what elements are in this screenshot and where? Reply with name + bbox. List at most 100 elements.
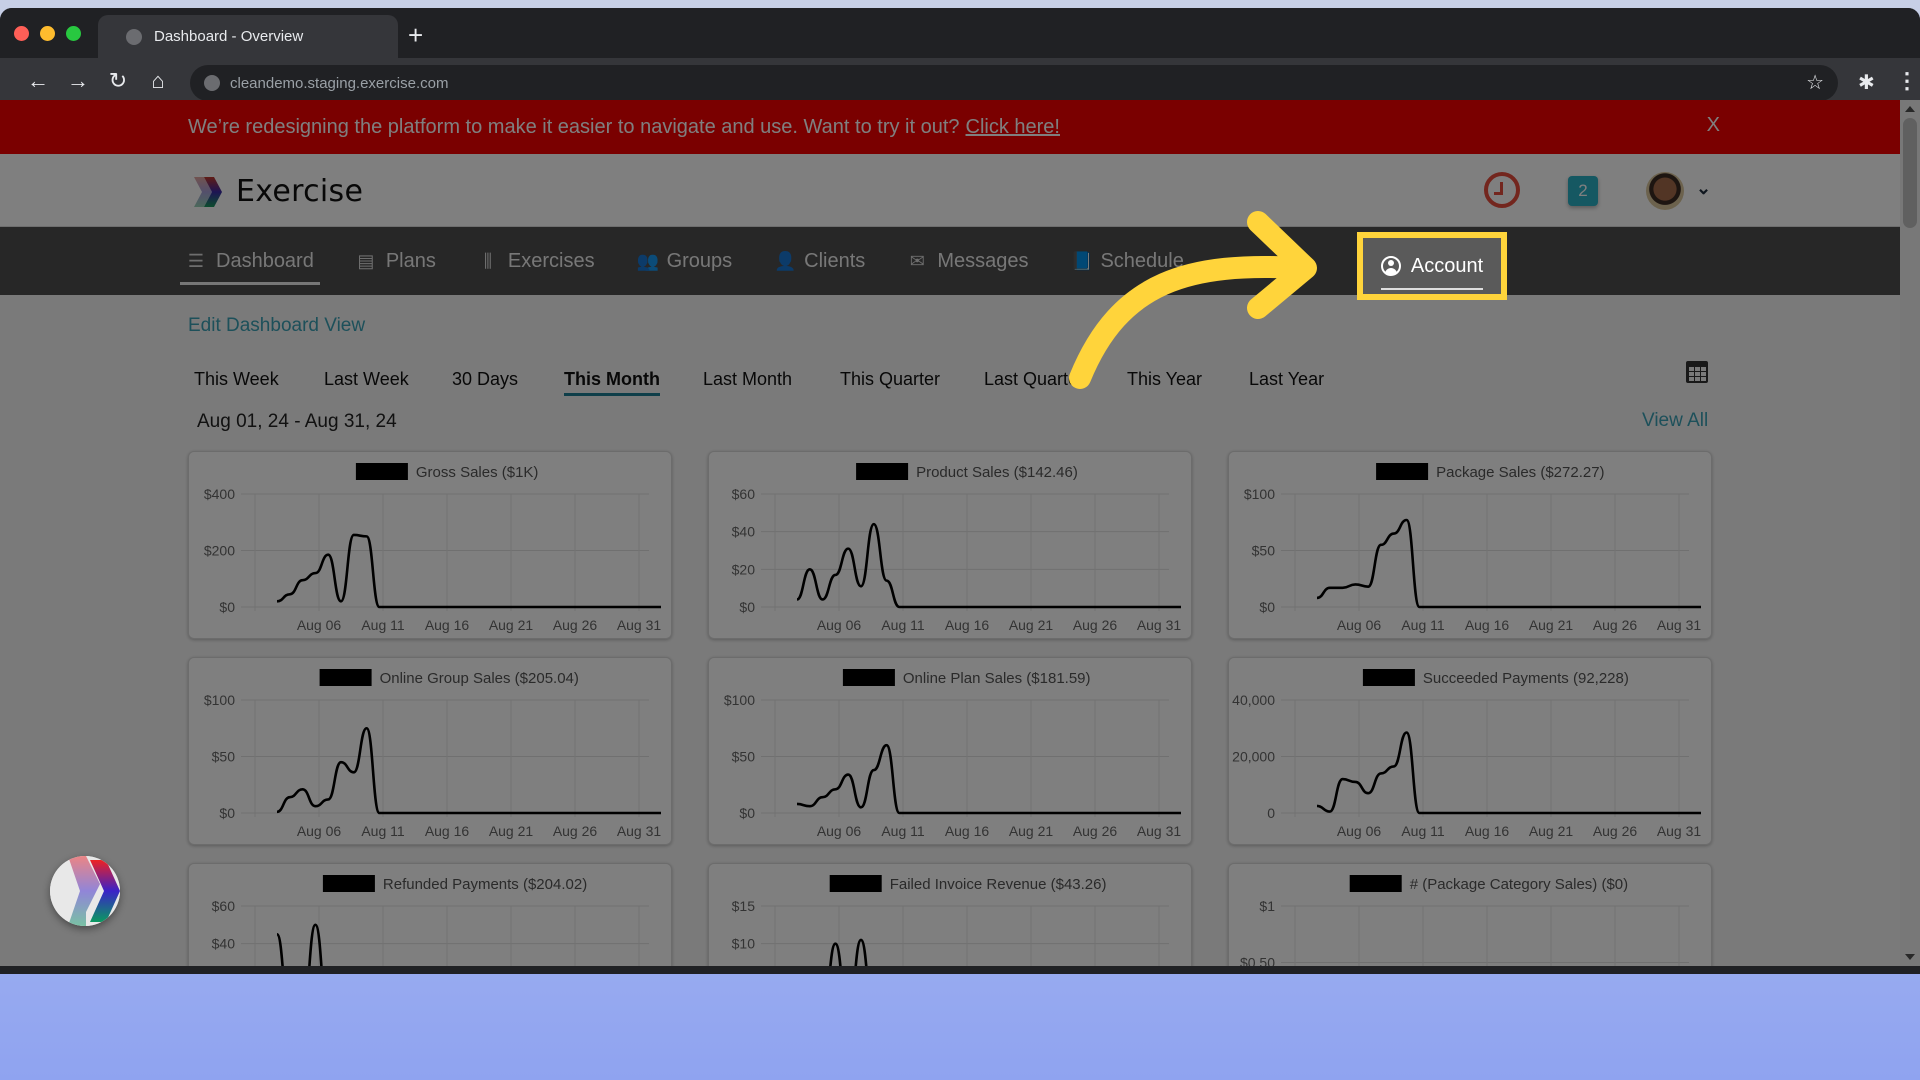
brand-logo[interactable]: Exercise (190, 174, 363, 209)
line-chart: Refunded Payments ($204.02) $40 $60 (212, 875, 649, 966)
nav-item-plans[interactable]: ▤ Plans (356, 227, 436, 295)
forward-icon[interactable]: → (58, 68, 98, 94)
chart-card: Online Group Sales ($205.04) $0 $50 $100 Aug… (188, 657, 672, 845)
nav-item-schedule[interactable]: 📘 Schedule (1070, 227, 1183, 295)
edit-dashboard-link[interactable]: Edit Dashboard View (188, 315, 365, 337)
site-info-icon[interactable] (204, 75, 220, 91)
scroll-up-icon[interactable] (1905, 106, 1915, 112)
browser-menu-icon[interactable]: ⋮ (1896, 68, 1918, 94)
period-last-month[interactable]: Last Month (703, 369, 792, 390)
extensions-puzzle-icon[interactable]: ✱ (1858, 70, 1875, 95)
nav-item-exercises[interactable]: ⫼ Exercises (478, 227, 595, 295)
x-tick-label: Aug 31 (617, 823, 662, 839)
line-chart: Failed Invoice Revenue ($43.26) $10 $15 (732, 875, 1169, 966)
nav-item-label: Plans (385, 249, 436, 272)
legend-swatch[interactable] (355, 463, 408, 480)
legend-swatch[interactable] (1376, 463, 1429, 480)
address-bar[interactable]: cleandemo.staging.exercise.com ☆ (190, 65, 1838, 101)
chevron-down-icon[interactable]: ⌄ (1696, 178, 1711, 199)
home-icon[interactable]: ⌂ (138, 68, 178, 94)
bookmark-star-icon[interactable]: ☆ (1806, 70, 1824, 95)
period-selector: This Week Last Week 30 Days This Month Last … (194, 369, 1714, 399)
user-icon: 👤 (774, 250, 797, 271)
series-line[interactable] (1316, 518, 1701, 609)
x-tick-label: Aug 06 (1337, 617, 1382, 633)
period-this-month[interactable]: This Month (564, 369, 660, 396)
period-last-quarter[interactable]: Last Quarter (984, 369, 1084, 390)
y-tick-label: $50 (1252, 543, 1276, 559)
y-tick-label: $15 (732, 898, 756, 914)
period-this-quarter[interactable]: This Quarter (840, 369, 940, 390)
user-avatar[interactable] (1646, 172, 1684, 210)
series-line[interactable] (796, 743, 1181, 815)
y-tick-label: $0 (219, 599, 235, 615)
maximize-window-button[interactable] (66, 26, 81, 41)
app-header: Exercise 2 ⌄ (0, 154, 1900, 227)
legend-label: Package Sales ($272.27) (1436, 464, 1604, 481)
x-tick-label: Aug 11 (1401, 617, 1445, 633)
line-chart: Package Sales ($272.27) $0 $50 $100 Aug 06 Au… (1244, 463, 1701, 633)
legend-label: Failed Invoice Revenue ($43.26) (890, 876, 1107, 893)
dumbbell-icon: ⫼ (483, 250, 493, 271)
nav-account-button[interactable]: Account (1357, 232, 1507, 300)
browser-tab[interactable]: Dashboard - Overview (98, 15, 398, 58)
period-last-year[interactable]: Last Year (1249, 369, 1324, 390)
nav-item-messages[interactable]: ✉ Messages (907, 227, 1029, 295)
banner-link[interactable]: Click here! (966, 116, 1060, 139)
clipboard-icon: ▤ (357, 250, 375, 271)
legend-label: Product Sales ($142.46) (916, 464, 1078, 481)
legend-swatch[interactable] (322, 875, 375, 892)
legend-swatch[interactable] (1362, 669, 1415, 686)
x-tick-label: Aug 16 (945, 617, 990, 633)
calendar-icon[interactable] (1686, 361, 1708, 383)
page-scrollbar[interactable] (1900, 100, 1920, 966)
scrollbar-thumb[interactable] (1903, 118, 1917, 228)
active-underline (1381, 288, 1483, 290)
x-tick-label: Aug 31 (617, 617, 662, 633)
legend-swatch[interactable] (1349, 875, 1402, 892)
notification-badge[interactable]: 2 (1568, 176, 1598, 206)
scroll-down-icon[interactable] (1905, 954, 1915, 960)
legend-swatch[interactable] (842, 669, 895, 686)
y-tick-label: $100 (724, 692, 755, 708)
x-tick-label: Aug 21 (1529, 617, 1574, 633)
y-tick-label: $60 (732, 486, 756, 502)
series-line[interactable] (1316, 731, 1701, 815)
legend-swatch[interactable] (829, 875, 882, 892)
period-30-days[interactable]: 30 Days (452, 369, 518, 390)
nav-item-ons[interactable]: ▭ ons (1226, 227, 1288, 295)
close-window-button[interactable] (14, 26, 29, 41)
series-line[interactable] (275, 923, 341, 966)
period-this-year[interactable]: This Year (1127, 369, 1202, 390)
nav-item-groups[interactable]: 👥 Groups (637, 227, 733, 295)
nav-item-label: Schedule (1100, 249, 1184, 272)
x-tick-label: Aug 11 (361, 617, 405, 633)
legend-swatch[interactable] (319, 669, 372, 686)
help-launcher-button[interactable] (50, 856, 120, 926)
legend-swatch[interactable] (856, 463, 909, 480)
nav-account-label: Account (1410, 254, 1484, 277)
exercise-logo-icon (50, 856, 120, 926)
banner-close-button[interactable]: X (1707, 114, 1720, 137)
series-line[interactable] (796, 522, 1181, 609)
series-line[interactable] (276, 726, 661, 815)
series-line[interactable] (276, 533, 661, 609)
x-tick-label: Aug 26 (553, 617, 598, 633)
nav-item-dashboard[interactable]: ☰ Dashboard (180, 227, 320, 295)
x-tick-label: Aug 06 (817, 617, 862, 633)
view-all-link[interactable]: View All (1642, 410, 1708, 432)
nav-item-clients[interactable]: 👤 Clients (774, 227, 865, 295)
chart-card: Online Plan Sales ($181.59) $0 $50 $100 Aug … (708, 657, 1192, 845)
minimize-window-button[interactable] (40, 26, 55, 41)
back-icon[interactable]: ← (18, 68, 58, 94)
reload-icon[interactable]: ↻ (98, 68, 138, 94)
line-chart: Online Group Sales ($205.04) $0 $50 $100 Aug… (204, 669, 662, 839)
period-last-week[interactable]: Last Week (324, 369, 409, 390)
line-chart: # (Package Category Sales) ($0) $0.50 $1 (1240, 875, 1689, 966)
new-tab-button[interactable]: + (408, 20, 423, 51)
clock-icon[interactable] (1484, 172, 1520, 208)
x-tick-label: Aug 06 (297, 617, 342, 633)
period-this-week[interactable]: This Week (194, 369, 279, 390)
nav-item-label: Groups (666, 249, 733, 272)
legend-label: # (Package Category Sales) ($0) (1410, 876, 1628, 893)
